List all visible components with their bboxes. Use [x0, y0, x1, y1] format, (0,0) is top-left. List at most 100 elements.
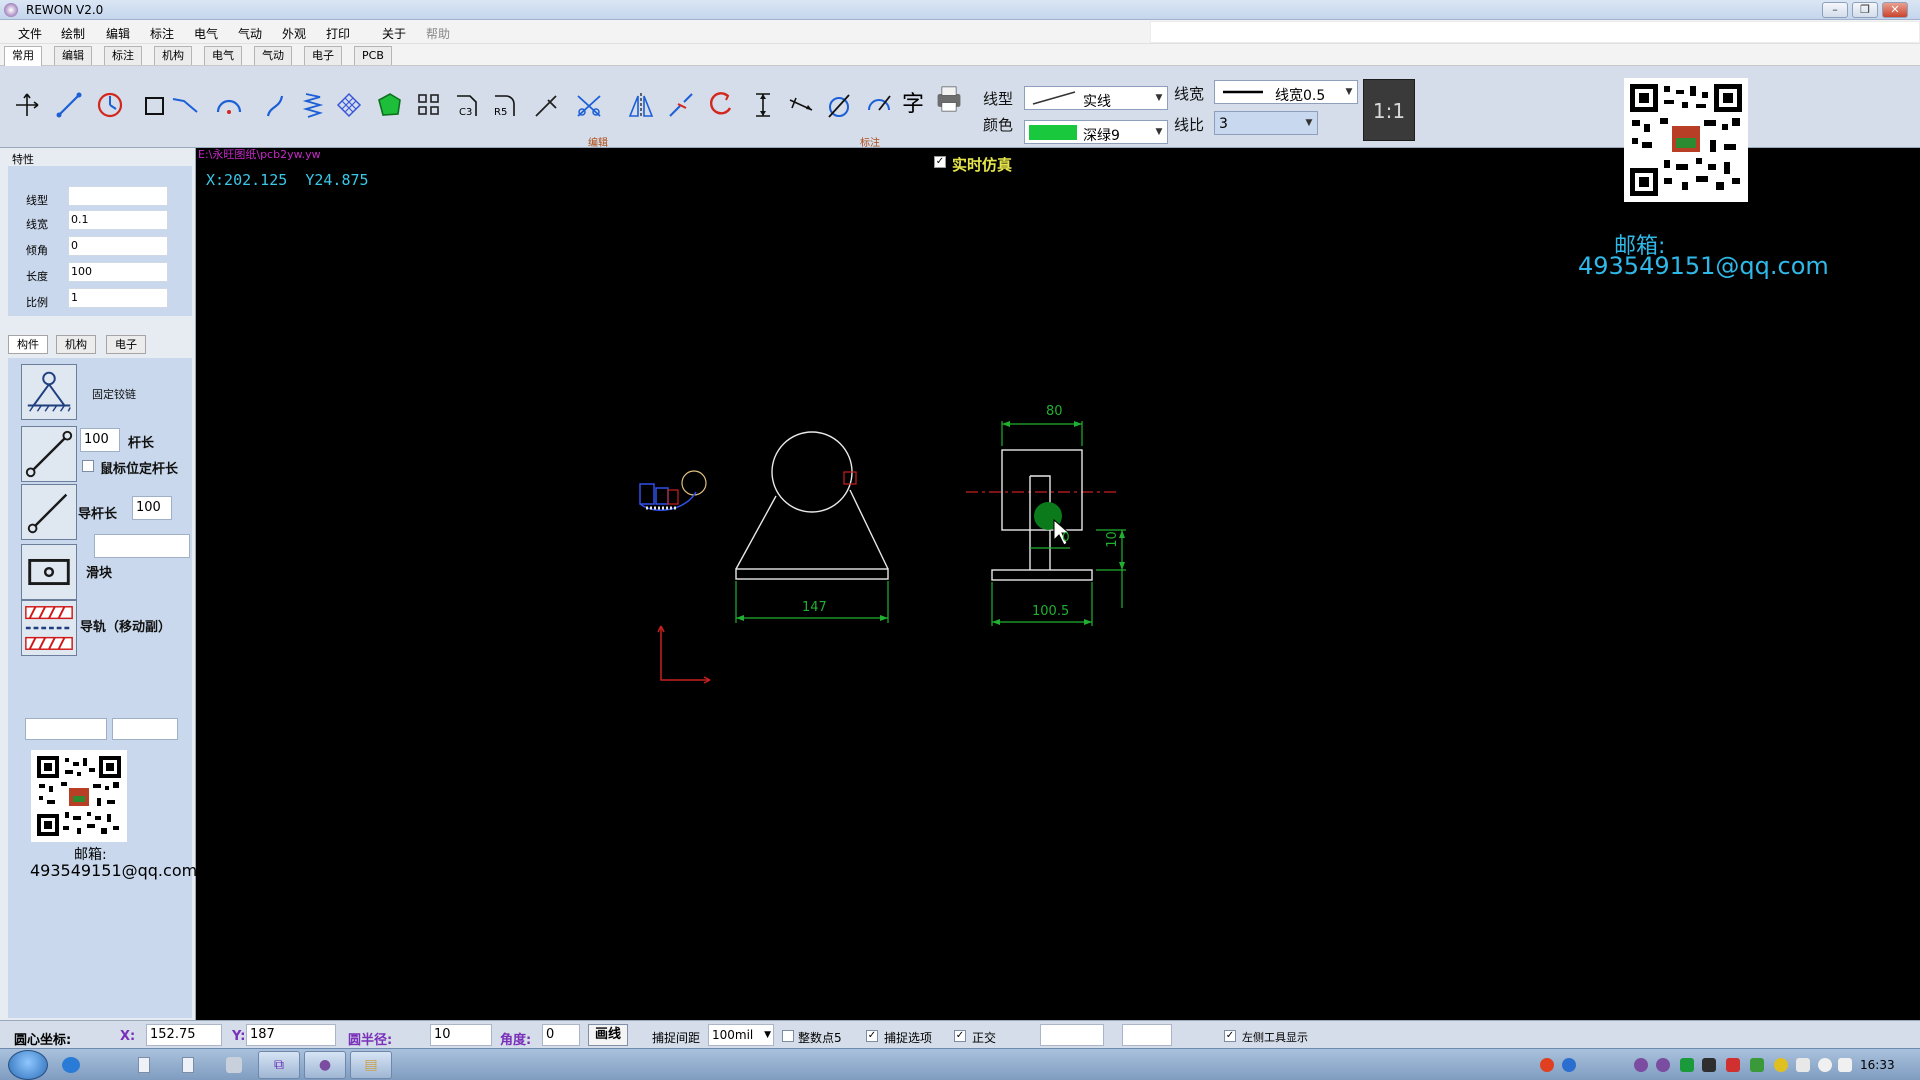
- center-x-input[interactable]: 152.75: [146, 1024, 222, 1046]
- menu-help[interactable]: 帮助: [426, 25, 450, 42]
- snap-spacing-select[interactable]: 100mil ▼: [708, 1024, 774, 1046]
- menu-file[interactable]: 文件: [18, 25, 42, 42]
- mirror-icon[interactable]: [626, 90, 656, 120]
- diameter-dimension-icon[interactable]: [824, 90, 854, 120]
- app-tray-icon[interactable]: [1726, 1058, 1740, 1072]
- integer-point-checkbox[interactable]: [782, 1030, 794, 1042]
- lineratio-select[interactable]: 3 ▼: [1214, 111, 1318, 135]
- rewon-task[interactable]: ●: [304, 1051, 346, 1079]
- slider-icon[interactable]: [21, 544, 77, 600]
- color-select[interactable]: 深绿9 ▼: [1024, 120, 1168, 144]
- tab-common[interactable]: 常用: [4, 46, 42, 66]
- vertical-dimension-icon[interactable]: [748, 90, 778, 120]
- monitor-tray-icon[interactable]: [1702, 1058, 1716, 1072]
- help-tray-icon[interactable]: [1562, 1058, 1576, 1072]
- prop-linetype-field[interactable]: [68, 186, 168, 206]
- snap-option-checkbox[interactable]: ✓: [866, 1030, 878, 1042]
- menu-draw[interactable]: 绘制: [61, 25, 85, 42]
- document-icon-2[interactable]: [182, 1057, 194, 1073]
- scale-button[interactable]: 1:1: [1363, 79, 1415, 141]
- linetype-select[interactable]: 实线 ▼: [1024, 86, 1168, 110]
- ortho-checkbox[interactable]: ✓: [954, 1030, 966, 1042]
- realtime-checkbox[interactable]: ✓: [934, 156, 946, 168]
- tab-edit[interactable]: 编辑: [54, 46, 92, 65]
- menu-print[interactable]: 打印: [326, 25, 350, 42]
- radius-dimension-icon[interactable]: [864, 90, 894, 120]
- prop-linewidth-field[interactable]: 0.1: [68, 210, 168, 230]
- prop-length-field[interactable]: 100: [68, 262, 168, 282]
- guide-rod-input[interactable]: 100: [132, 496, 172, 520]
- rewon-tray-icon-2[interactable]: [1656, 1058, 1670, 1072]
- shield-icon[interactable]: [1750, 1058, 1764, 1072]
- sogou-icon[interactable]: [1540, 1058, 1554, 1072]
- left-input-a[interactable]: [25, 718, 107, 740]
- circle-icon[interactable]: [95, 90, 125, 120]
- fill-icon[interactable]: [374, 90, 404, 120]
- rectangle-icon[interactable]: [140, 90, 170, 120]
- tab-pcb[interactable]: PCB: [354, 46, 392, 65]
- tab-electronics[interactable]: 电子: [106, 335, 146, 354]
- prop-scale-field[interactable]: 1: [68, 288, 168, 308]
- mouse-rod-checkbox[interactable]: [82, 460, 94, 472]
- menu-edit[interactable]: 编辑: [106, 25, 130, 42]
- minimize-button[interactable]: –: [1822, 2, 1848, 18]
- start-button[interactable]: [8, 1050, 48, 1080]
- guide-rod-icon[interactable]: [21, 484, 77, 540]
- signal-icon[interactable]: [1796, 1058, 1810, 1072]
- menu-appearance[interactable]: 外观: [282, 25, 306, 42]
- axis-icon[interactable]: [12, 90, 42, 120]
- radius-input[interactable]: 10: [430, 1024, 492, 1046]
- polyline-icon[interactable]: [170, 90, 200, 120]
- menu-pneumatic[interactable]: 气动: [238, 25, 262, 42]
- break-icon[interactable]: [666, 90, 696, 120]
- properties-tab[interactable]: 特性: [12, 151, 34, 167]
- explorer-task[interactable]: ▤: [350, 1051, 392, 1079]
- drawing-canvas[interactable]: E:\永旺图纸\pcb2yw.yw X:202.125 Y24.875 ✓ 实时…: [196, 148, 1920, 1020]
- extend-icon[interactable]: [532, 90, 562, 120]
- rod-length-input[interactable]: 100: [80, 428, 120, 452]
- tool-icon[interactable]: [226, 1057, 242, 1073]
- printer-icon[interactable]: [934, 84, 974, 126]
- tab-mechanism[interactable]: 机构: [154, 46, 192, 65]
- menu-electric[interactable]: 电气: [194, 25, 218, 42]
- array-icon[interactable]: [414, 90, 444, 120]
- trim-icon[interactable]: [574, 90, 604, 120]
- aligned-dimension-icon[interactable]: [786, 90, 816, 120]
- fixed-hinge-icon[interactable]: [21, 364, 77, 420]
- visual-studio-task[interactable]: ⧉: [258, 1051, 300, 1079]
- chamfer-icon[interactable]: C3: [452, 90, 482, 120]
- tab-components[interactable]: 构件: [8, 335, 48, 354]
- spring-icon[interactable]: [298, 90, 328, 120]
- tab-electric[interactable]: 电气: [204, 46, 242, 65]
- rod-icon[interactable]: [21, 426, 77, 482]
- tab-electronic[interactable]: 电子: [304, 46, 342, 65]
- speaker-icon[interactable]: [1838, 1058, 1852, 1072]
- menu-about[interactable]: 关于: [382, 25, 406, 42]
- menu-dimension[interactable]: 标注: [150, 25, 174, 42]
- close-button[interactable]: ✕: [1882, 2, 1908, 18]
- left-toolbar-checkbox[interactable]: ✓: [1224, 1030, 1236, 1042]
- center-y-input[interactable]: 187: [246, 1024, 336, 1046]
- ie-icon[interactable]: [62, 1057, 80, 1073]
- curve-icon[interactable]: [262, 90, 292, 120]
- prop-angle-field[interactable]: 0: [68, 236, 168, 256]
- status-field-a[interactable]: [1040, 1024, 1104, 1046]
- extra-input[interactable]: [94, 534, 190, 558]
- rewon-tray-icon[interactable]: [1634, 1058, 1648, 1072]
- rail-icon[interactable]: [21, 600, 77, 656]
- tab-pneumatic[interactable]: 气动: [254, 46, 292, 65]
- linewidth-select[interactable]: 线宽0.5 ▼: [1214, 80, 1358, 104]
- document-icon[interactable]: [138, 1057, 150, 1073]
- hatch-icon[interactable]: [334, 90, 364, 120]
- network-tray-icon[interactable]: [1680, 1058, 1694, 1072]
- line-icon[interactable]: [54, 90, 84, 120]
- status-field-b[interactable]: [1122, 1024, 1172, 1046]
- tab-mechanisms[interactable]: 机构: [56, 335, 96, 354]
- restore-button[interactable]: ❐: [1852, 2, 1878, 18]
- volume-icon[interactable]: [1818, 1058, 1832, 1072]
- draw-line-button[interactable]: 画线: [588, 1024, 628, 1046]
- left-input-b[interactable]: [112, 718, 178, 740]
- fillet-icon[interactable]: R5: [490, 90, 520, 120]
- security-tray-icon[interactable]: [1774, 1058, 1788, 1072]
- arc-icon[interactable]: [214, 90, 244, 120]
